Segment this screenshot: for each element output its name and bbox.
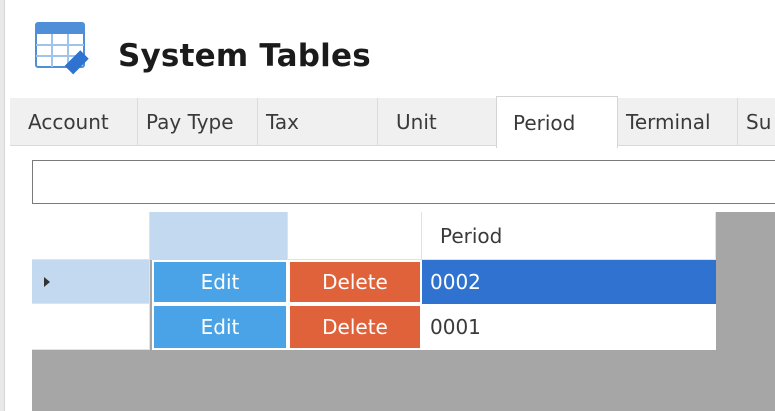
tab-pay-type[interactable]: Pay Type — [138, 98, 258, 146]
grid-header-delete — [288, 212, 422, 260]
tab-unit[interactable]: Unit — [378, 98, 498, 146]
page-header: System Tables — [30, 14, 371, 84]
tab-tax[interactable]: Tax — [258, 98, 378, 146]
tab-terminal[interactable]: Terminal — [618, 98, 738, 146]
tab-su[interactable]: Su — [738, 98, 775, 146]
filter-input[interactable] — [32, 160, 775, 204]
row-pointer-icon — [44, 276, 50, 287]
row-selector[interactable] — [32, 304, 150, 350]
period-cell[interactable]: 0001 — [422, 304, 716, 350]
grid-header-period[interactable]: Period — [422, 212, 716, 260]
window-left-edge — [0, 0, 5, 411]
tab-account[interactable]: Account — [20, 98, 138, 146]
edit-button[interactable]: Edit — [152, 304, 288, 350]
data-grid: Period Edit Delete 0002 Edit Delete 0001 — [32, 212, 775, 411]
period-cell[interactable]: 0002 — [422, 260, 716, 304]
page-title: System Tables — [118, 38, 371, 74]
edit-button[interactable]: Edit — [152, 260, 288, 304]
table-edit-icon — [30, 17, 102, 81]
grid-corner-header — [32, 212, 150, 260]
delete-button[interactable]: Delete — [288, 260, 422, 304]
row-selector[interactable] — [32, 260, 150, 304]
grid-header-edit — [150, 212, 288, 260]
tab-bar: Account Pay Type Tax Unit Period Termina… — [10, 96, 775, 148]
delete-button[interactable]: Delete — [288, 304, 422, 350]
tab-period[interactable]: Period — [496, 96, 618, 148]
